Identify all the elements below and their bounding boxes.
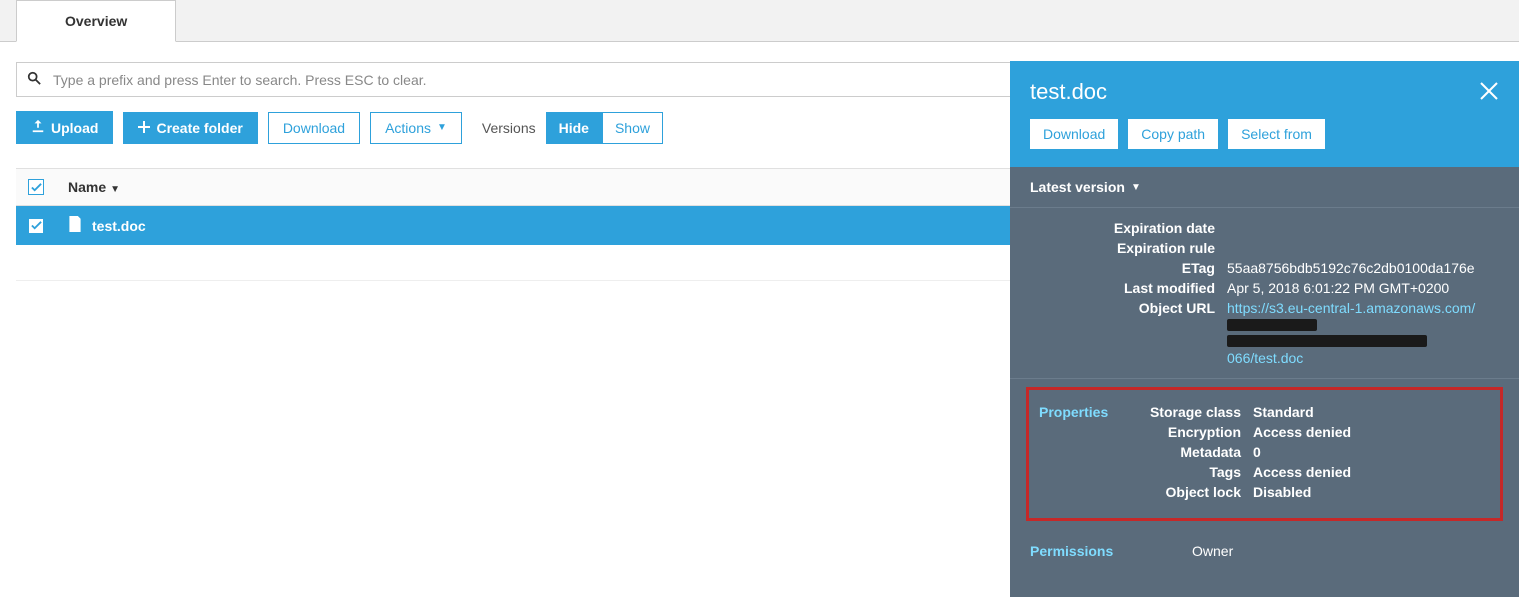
etag-label: ETag [1030,260,1215,276]
upload-icon [31,119,45,136]
versions-toggle: Hide Show [546,112,663,144]
encryption-label: Encryption [1146,424,1241,440]
actions-button[interactable]: Actions ▼ [370,112,462,144]
object-detail-panel: test.doc Download Copy path Select from … [1010,61,1519,597]
tags-value: Access denied [1253,464,1490,480]
name-header[interactable]: Name▼ [68,179,1131,195]
sort-icon: ▼ [110,184,120,195]
panel-download-button[interactable]: Download [1030,119,1118,149]
expiration-date-value [1227,220,1499,236]
chevron-down-icon: ▼ [1131,182,1141,193]
version-section: Latest version ▼ [1010,167,1519,208]
tags-label: Tags [1146,464,1241,480]
overview-section: Expiration date Expiration rule ETag 55a… [1010,208,1519,379]
search-icon [27,71,53,88]
file-icon [68,216,92,235]
last-modified-value: Apr 5, 2018 6:01:22 PM GMT+0200 [1227,280,1499,296]
versions-hide-button[interactable]: Hide [546,112,602,144]
metadata-label: Metadata [1146,444,1241,460]
create-folder-button[interactable]: Create folder [123,112,257,144]
upload-label: Upload [51,120,98,136]
tab-overview[interactable]: Overview [16,0,176,42]
redacted-text [1227,319,1317,331]
permissions-heading[interactable]: Permissions [1030,543,1180,559]
object-url-label: Object URL [1030,300,1215,366]
chevron-down-icon: ▼ [437,122,447,133]
storage-class-value: Standard [1253,404,1490,420]
expiration-rule-value [1227,240,1499,256]
row-checkbox[interactable] [28,218,44,234]
expiration-date-label: Expiration date [1030,220,1215,236]
version-dropdown[interactable]: Latest version ▼ [1030,179,1499,195]
owner-label: Owner [1192,543,1499,559]
object-url-value[interactable]: https://s3.eu-central-1.amazonaws.com/ 0… [1227,300,1499,366]
object-lock-label: Object lock [1146,484,1241,500]
upload-button[interactable]: Upload [16,111,113,144]
versions-label: Versions [482,120,536,136]
tab-bar: Overview [0,0,1519,42]
last-modified-label: Last modified [1030,280,1215,296]
metadata-value: 0 [1253,444,1490,460]
panel-selectfrom-button[interactable]: Select from [1228,119,1325,149]
panel-header: test.doc Download Copy path Select from [1010,61,1519,167]
properties-section: Properties Storage class Standard Encryp… [1026,387,1503,521]
file-name: test.doc [92,218,146,234]
permissions-section: Permissions Owner [1010,529,1519,573]
select-all-checkbox[interactable] [28,179,44,195]
select-all-cell[interactable] [28,179,68,195]
plus-icon [138,120,150,136]
redacted-text [1227,335,1427,347]
close-icon[interactable] [1479,81,1499,104]
etag-value: 55aa8756bdb5192c76c2db0100da176e [1227,260,1499,276]
create-folder-label: Create folder [156,120,242,136]
panel-title: test.doc [1030,79,1107,105]
expiration-rule-label: Expiration rule [1030,240,1215,256]
properties-heading[interactable]: Properties [1039,404,1134,420]
panel-buttons: Download Copy path Select from [1030,119,1499,149]
versions-show-button[interactable]: Show [602,112,663,144]
actions-label: Actions [385,120,431,136]
object-lock-value: Disabled [1253,484,1490,500]
panel-copypath-button[interactable]: Copy path [1128,119,1218,149]
encryption-value: Access denied [1253,424,1490,440]
storage-class-label: Storage class [1146,404,1241,420]
download-button[interactable]: Download [268,112,360,144]
